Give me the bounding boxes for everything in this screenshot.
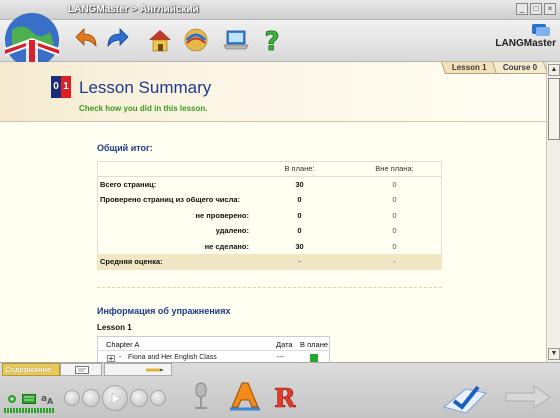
bottom-control-panel: Содержание a A R [0, 362, 560, 418]
content-area: Общий итог: В плане: Вне плана: Всего ст… [0, 122, 546, 362]
date-header: Дата [276, 340, 293, 349]
minimize-button[interactable]: _ [516, 3, 528, 15]
breadcrumb-tabs: Lesson 1 Course 0 [441, 62, 548, 74]
table-row: Проверено страниц из общего числа: 0 0 [100, 195, 397, 205]
dictionary-a-icon[interactable] [228, 379, 262, 413]
tab-lesson[interactable]: Lesson 1 [441, 62, 498, 74]
help-icon[interactable]: ? [258, 26, 286, 54]
contents-tab[interactable]: Содержание [2, 363, 60, 376]
maximize-button[interactable]: □ [530, 3, 542, 15]
font-size-icon[interactable]: a A [40, 392, 54, 405]
table-row: не проверено: 0 0 [195, 210, 397, 220]
home-icon[interactable] [146, 26, 174, 54]
settings-icon[interactable] [6, 393, 18, 405]
microphone-icon[interactable] [190, 381, 212, 411]
svg-text:R: R [274, 384, 296, 413]
exercise-table-header: Chapter A Дата В плане [98, 337, 329, 351]
svg-text:A: A [47, 397, 54, 405]
forward-icon[interactable] [102, 26, 130, 54]
next-page-arrow-icon[interactable] [504, 383, 552, 411]
exercise-title: Fiona and Her English Class [128, 354, 217, 361]
lesson-label: Lesson 1 [97, 323, 132, 332]
col-unplanned: Вне плана: [347, 161, 442, 177]
grammar-r-icon[interactable]: R [270, 381, 300, 413]
exercise-info-heading: Информация об упражнениях [97, 306, 231, 316]
lesson-header: Lesson 1 Course 0 0 1 Lesson Summary Che… [0, 62, 548, 122]
scroll-thumb[interactable] [548, 78, 560, 140]
average-score-row: Средняя оценка: - - [97, 254, 442, 270]
keyboard-icon[interactable] [22, 394, 36, 404]
pencil-icon [146, 368, 164, 372]
volume-meter [4, 408, 54, 413]
vertical-scrollbar[interactable]: ▲ ▼ [546, 62, 560, 362]
planned-header: В плане [300, 340, 329, 349]
planned-flag-icon [310, 354, 318, 362]
main-toolbar: ? LANGMaster [0, 13, 560, 68]
fast-forward-button[interactable] [150, 390, 166, 406]
scroll-up-icon[interactable]: ▲ [548, 64, 560, 76]
table-header-row: В плане: Вне плана: [97, 161, 442, 177]
lesson-number-badge: 0 1 [51, 76, 71, 98]
app-logo: LANGMaster [495, 38, 556, 49]
tab-course[interactable]: Course 0 [491, 62, 548, 74]
notes-tab[interactable] [60, 363, 102, 376]
exercise-row[interactable]: - Fiona and Her English Class --- [98, 352, 329, 362]
summary-table: В плане: Вне плана: Всего страниц: 30 0 … [97, 161, 442, 270]
exercise-table: Chapter A Дата В плане - Fiona and Her E… [97, 336, 330, 362]
rewind-start-button[interactable] [64, 390, 80, 406]
col-planned: В плане: [252, 161, 347, 177]
globe-flag-icon [5, 13, 59, 68]
section-divider [97, 287, 442, 288]
submit-check-icon[interactable] [440, 381, 490, 415]
step-forward-button[interactable] [130, 389, 148, 407]
laptop-icon[interactable] [222, 26, 250, 54]
play-button[interactable] [102, 385, 128, 411]
play-icon [111, 392, 122, 405]
back-icon[interactable] [74, 26, 102, 54]
table-row: не сделано: 30 0 [204, 241, 397, 251]
pencil-tab[interactable] [104, 363, 172, 376]
summary-heading: Общий итог: [97, 143, 153, 153]
title-bar: LANGMaster > Английский _ □ × [0, 0, 560, 20]
page-title: Lesson Summary [79, 78, 212, 97]
svg-text:?: ? [264, 27, 279, 54]
langmaster-logo-icon [532, 24, 550, 36]
expand-icon[interactable] [107, 355, 115, 362]
window-title: LANGMaster > Английский [68, 4, 199, 15]
close-button[interactable]: × [544, 3, 556, 15]
step-back-button[interactable] [82, 389, 100, 407]
table-row: Всего страниц: 30 0 [100, 180, 397, 189]
table-row: удалено: 0 0 [215, 226, 397, 236]
scroll-down-icon[interactable]: ▼ [548, 348, 560, 360]
exercise-date: --- [277, 354, 284, 361]
page-subtitle: Check how you did in this lesson. [79, 104, 208, 113]
course-map-icon[interactable] [182, 26, 210, 54]
window-controls: _ □ × [516, 3, 556, 15]
chapter-header: Chapter A [106, 340, 140, 349]
note-icon [75, 366, 89, 374]
